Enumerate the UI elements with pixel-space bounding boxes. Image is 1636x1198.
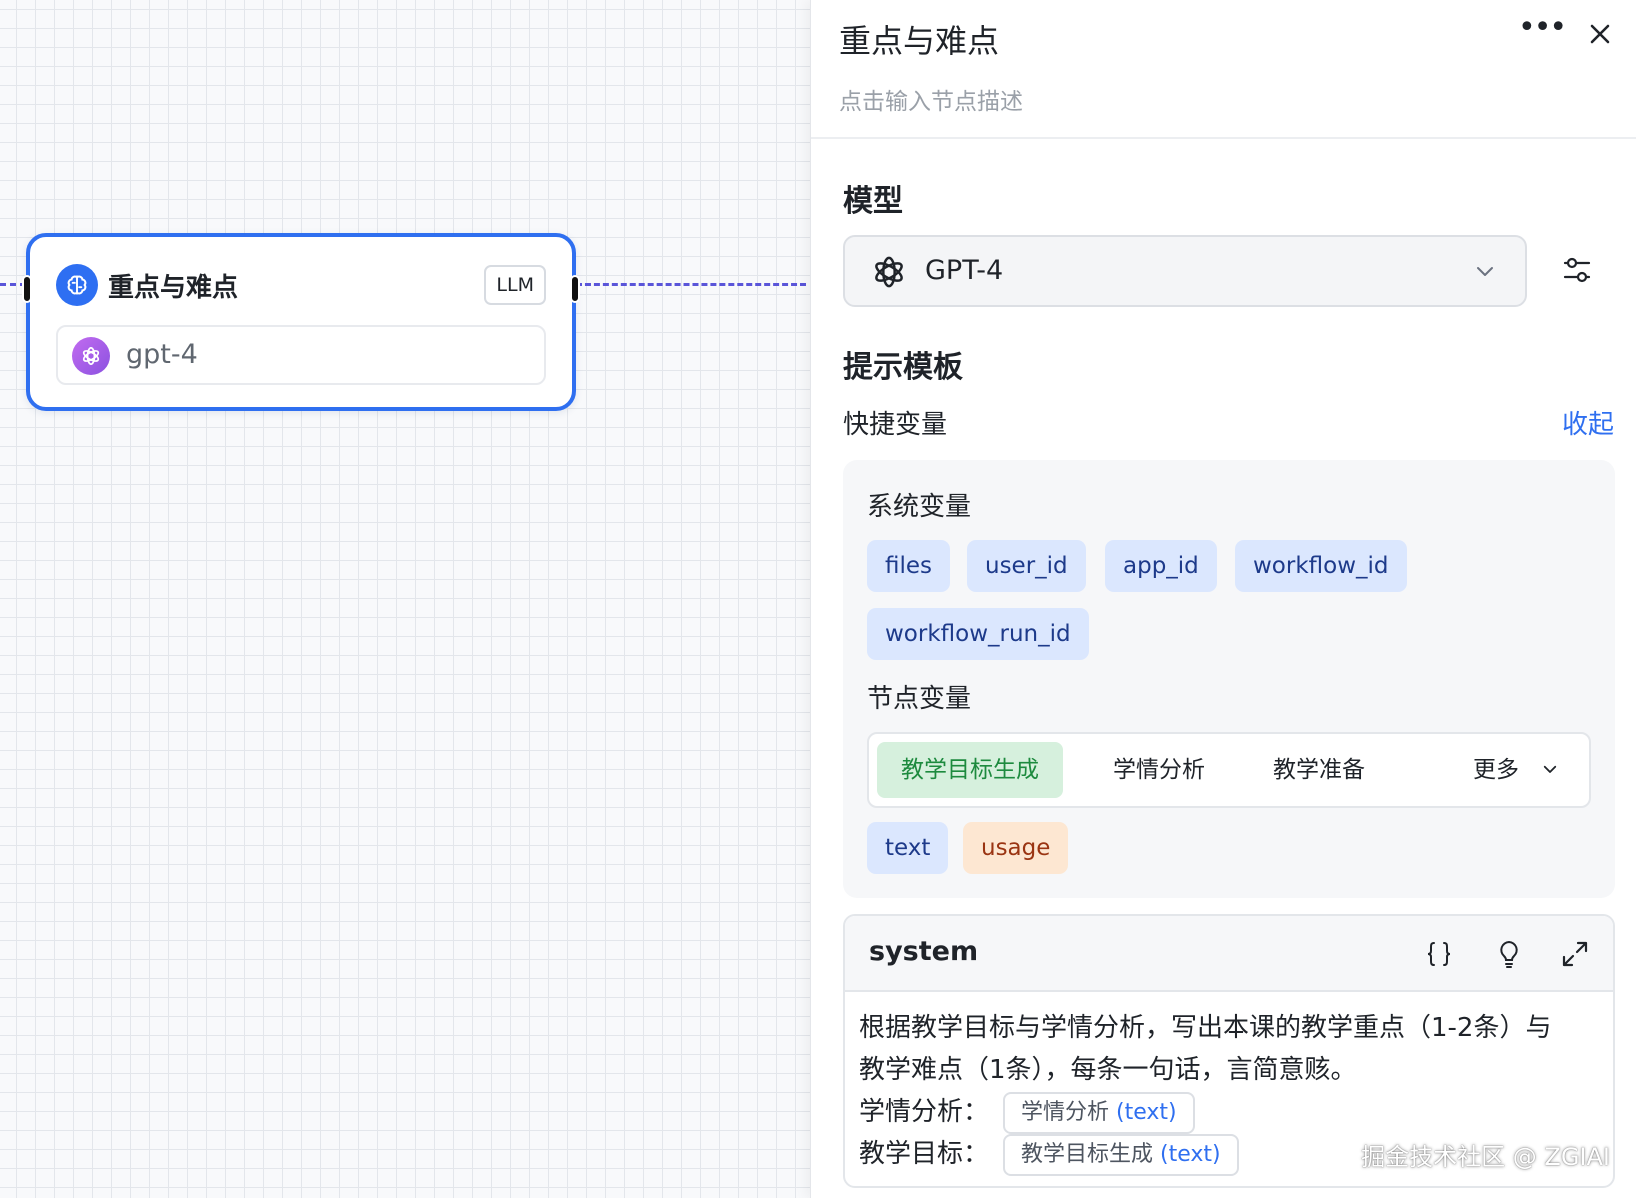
node-type-badge: LLM [484,265,546,305]
system-var-chip[interactable]: files [867,540,951,592]
divider [811,137,1636,139]
model-section-title: 模型 [843,184,903,219]
node-description-input[interactable]: 点击输入节点描述 [839,82,1023,116]
workflow-canvas[interactable]: 重点与难点 LLM gpt-4 [0,0,810,1198]
openai-icon [72,337,110,375]
tab-more[interactable]: 更多 [1449,742,1543,798]
prompt-section-title: 提示模板 [843,350,963,385]
outgoing-edge [576,283,806,286]
lightbulb-icon[interactable] [1491,936,1527,972]
tab-teaching-goal[interactable]: 教学目标生成 [877,742,1063,798]
variable-tag[interactable]: 学情分析 (text) [1003,1092,1195,1134]
prompt-line: 学情分析： 学情分析 (text) [859,1092,1599,1134]
node-var-tabs: 教学目标生成 学情分析 教学准备 更多 [867,732,1591,808]
system-var-chip[interactable]: user_id [967,540,1086,592]
expand-icon[interactable] [1557,936,1593,972]
prompt-line: 根据教学目标与学情分析，写出本课的教学重点（1-2条）与 [859,1013,1552,1043]
system-var-chip[interactable]: app_id [1105,540,1217,592]
variable-tag-name: 学情分析 [1021,1100,1110,1125]
model-select-value: GPT-4 [925,255,1004,286]
more-options-icon[interactable]: ••• [1518,13,1567,52]
prompt-role-label: system [869,936,979,967]
variable-tag-name: 教学目标生成 [1021,1142,1154,1167]
node-output-chip[interactable]: usage [963,822,1069,874]
brain-icon [56,264,98,306]
variable-tag-type: (text) [1160,1142,1221,1167]
openai-icon [875,256,903,288]
quick-vars-box: 系统变量 files user_id app_id workflow_id wo… [843,460,1615,898]
chevron-down-icon [1477,267,1493,276]
tab-learning-analysis[interactable]: 学情分析 [1089,742,1229,798]
variable-tag[interactable]: 教学目标生成 (text) [1003,1134,1239,1176]
tab-teaching-prep[interactable]: 教学准备 [1249,742,1389,798]
input-handle[interactable] [22,275,32,303]
node-vars-title: 节点变量 [867,684,972,714]
watermark: 掘金技术社区 @ ZGIAI [1361,1143,1610,1171]
prompt-header: system [845,916,1613,992]
collapse-link[interactable]: 收起 [1562,404,1614,441]
model-select[interactable]: GPT-4 [843,235,1527,307]
node-model-name: gpt-4 [126,339,198,370]
output-handle[interactable] [570,275,580,303]
prompt-var-label: 教学目标： [859,1139,990,1169]
system-var-chip[interactable]: workflow_run_id [867,608,1089,660]
variable-tag-type: (text) [1116,1100,1177,1125]
node-config-panel: 重点与难点 点击输入节点描述 ••• 模型 GPT-4 提示模板 快捷变量 收起… [810,0,1636,1198]
node-output-chip[interactable]: text [867,822,949,874]
system-vars-title: 系统变量 [867,492,972,522]
settings-sliders-icon[interactable] [1559,252,1595,288]
close-icon[interactable] [1580,14,1620,54]
node-title: 重点与难点 [108,273,239,303]
braces-icon[interactable] [1421,936,1457,972]
chevron-down-icon [1543,765,1557,773]
panel-title[interactable]: 重点与难点 [839,16,999,62]
prompt-var-label: 学情分析： [859,1097,990,1127]
node-model-row: gpt-4 [56,325,546,385]
system-var-chip[interactable]: workflow_id [1235,540,1407,592]
llm-node[interactable]: 重点与难点 LLM gpt-4 [22,233,580,411]
quick-vars-label: 快捷变量 [843,410,948,440]
prompt-line: 教学难点（1条），每条一句话，言简意赅。 [859,1055,1357,1085]
